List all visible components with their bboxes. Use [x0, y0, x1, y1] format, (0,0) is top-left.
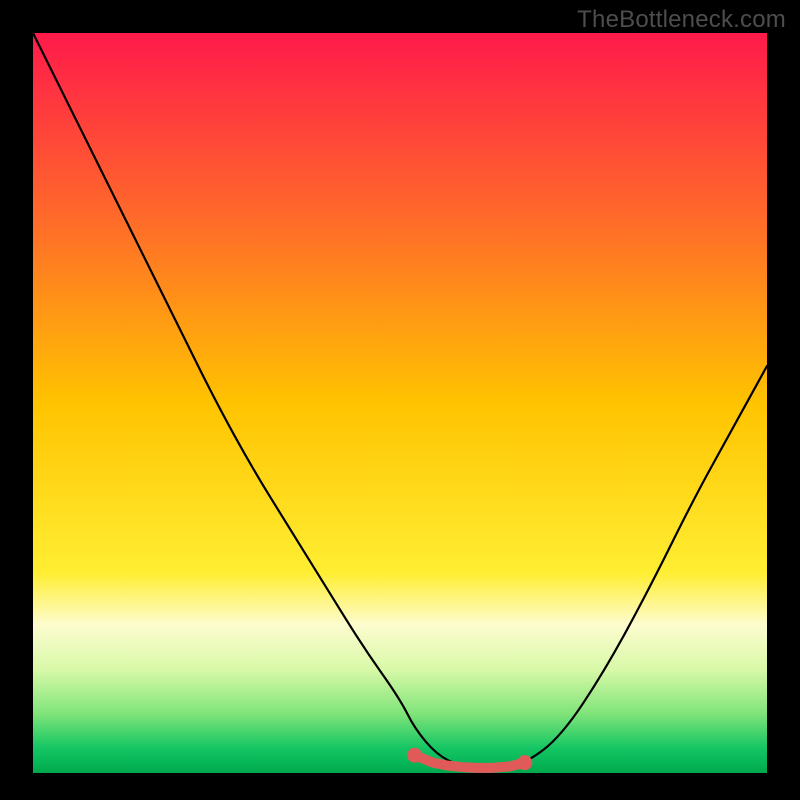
marker-end-dot — [407, 748, 422, 763]
chart-stage: TheBottleneck.com — [0, 0, 800, 800]
plot-background — [33, 33, 767, 773]
watermark-text: TheBottleneck.com — [577, 6, 786, 34]
bottleneck-chart — [0, 0, 800, 800]
marker-end-dot — [517, 755, 532, 770]
